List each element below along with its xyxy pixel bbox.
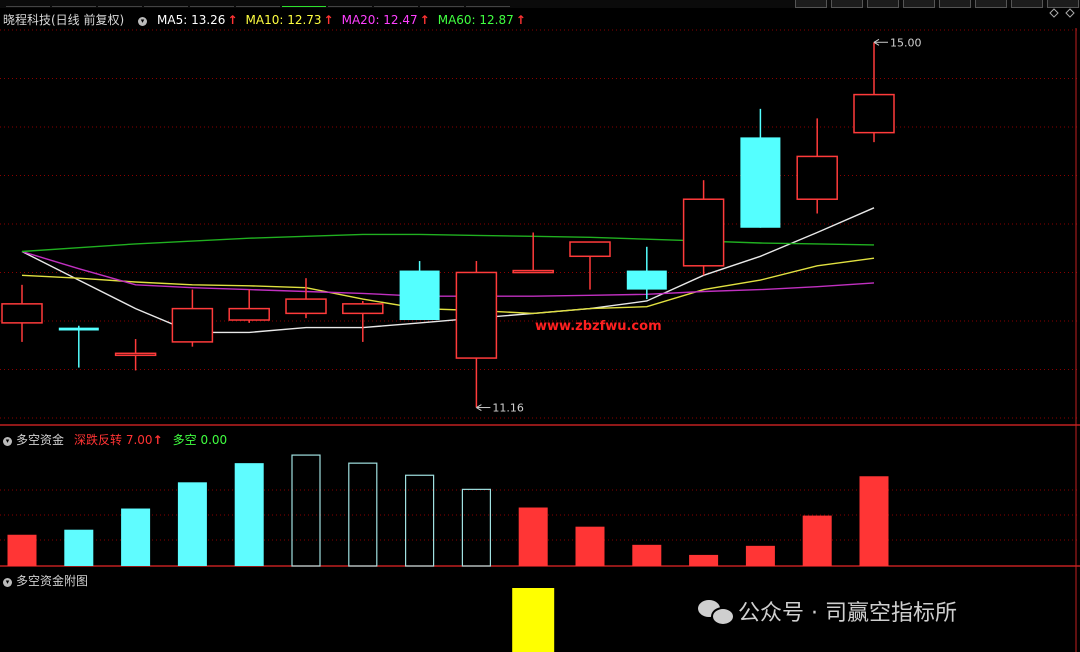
ma-legend-item: MA5: 13.26 ↑: [157, 13, 238, 27]
indicator1-bar: [802, 515, 832, 566]
ma-legend: MA5: 13.26 ↑ MA10: 12.73 ↑ MA20: 12.47 ↑ MA60:…: [157, 13, 534, 27]
candle-body: [455, 271, 498, 359]
candle-body: [626, 270, 667, 290]
chevron-down-icon[interactable]: ▾: [3, 437, 12, 446]
candle-body: [58, 327, 99, 331]
candle-body: [228, 307, 270, 321]
indicator1-bar: [177, 482, 207, 566]
candle-body: [740, 137, 781, 228]
main-chart-header: 晓程科技(日线 前复权) ▾ MA5: 13.26 ↑ MA10: 12.73 ↑ MA2…: [3, 11, 534, 28]
indicator1-item: 深跌反转 7.00↑: [74, 433, 163, 447]
candle-body: [1, 303, 43, 324]
indicator1-bar: [689, 554, 719, 566]
indicator1-header: ▾ 多空资金 深跌反转 7.00↑ 多空 0.00: [3, 431, 237, 448]
indicator1-bar: [632, 544, 662, 566]
candle-body: [682, 198, 725, 267]
candle-body: [569, 241, 611, 258]
stock-title: 晓程科技(日线 前复权): [3, 13, 125, 27]
candle-body: [512, 269, 554, 274]
website-watermark: www.zbzfwu.com: [535, 319, 662, 334]
indicator2-bar: [512, 588, 555, 652]
ma-line-ma60: [21, 233, 875, 253]
chevron-down-icon[interactable]: ▾: [138, 17, 148, 26]
wechat-watermark: 公众号 · 司赢空指标所: [698, 595, 957, 627]
wechat-icon: [698, 598, 735, 626]
indicator1-bar: [64, 529, 94, 566]
indicator1-bar: [291, 454, 321, 567]
ma-legend-item: MA10: 12.73 ↑: [245, 13, 334, 27]
chevron-down-icon[interactable]: ▾: [3, 578, 12, 587]
indicator1-name: 多空资金: [16, 433, 65, 447]
indicator2-header: ▾ 多空资金附图: [3, 572, 88, 589]
indicator1-bar: [121, 508, 151, 566]
candle-body: [342, 303, 384, 315]
ma-legend-item: MA60: 12.87 ↑: [437, 13, 526, 27]
indicator1-bar: [518, 507, 548, 566]
candle-body: [399, 270, 440, 321]
low-price-label: 11.16: [492, 402, 524, 415]
candle-body: [114, 352, 157, 357]
indicator1-bar: [7, 534, 37, 566]
diamond-icon: [1049, 8, 1059, 18]
indicator1-item: 多空 0.00: [172, 433, 228, 447]
indicator1-bar: [745, 545, 775, 566]
diamond-icon: [1065, 8, 1075, 18]
indicator1-bar: [461, 488, 491, 567]
wechat-watermark-text: 公众号 · 司赢空指标所: [738, 601, 957, 626]
indicator2-name: 多空资金附图: [16, 574, 89, 588]
candle-body: [796, 155, 838, 200]
indicator1-values: 深跌反转 7.00↑ 多空 0.00: [74, 433, 237, 447]
candle-body: [171, 307, 214, 343]
indicator1-bar: [859, 476, 889, 566]
ma-line-ma20: [21, 250, 875, 297]
candle-body: [853, 93, 895, 134]
candle-body: [285, 298, 327, 315]
indicator1-bar: [234, 463, 264, 566]
ma-legend-item: MA20: 12.47 ↑: [341, 13, 430, 27]
indicator1-bar: [575, 526, 605, 566]
indicator1-bar: [405, 474, 435, 567]
high-price-label: 15.00: [890, 36, 922, 49]
